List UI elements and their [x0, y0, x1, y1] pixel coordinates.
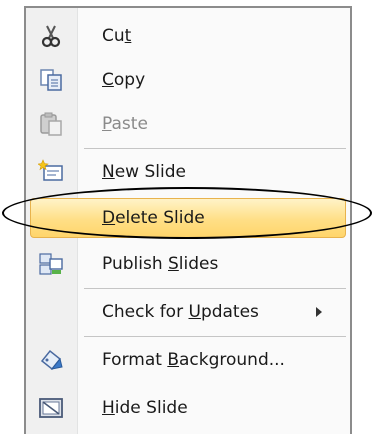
menu-item-label: Format Background... — [102, 350, 285, 370]
new-slide-icon — [37, 159, 64, 185]
menu-separator — [84, 336, 346, 337]
menu-item-label: Paste — [102, 114, 148, 134]
menu-item-hide-slide[interactable]: Hide Slide — [26, 386, 350, 430]
publish-slides-icon — [38, 251, 64, 277]
menu-item-check-for-updates[interactable]: Check for Updates — [26, 290, 350, 334]
menu-item-paste[interactable]: Paste — [26, 102, 350, 146]
scissors-icon — [38, 23, 64, 49]
menu-item-label: Copy — [102, 70, 146, 90]
context-menu: Cut Copy Paste New Slide Delete Slide Pu… — [24, 6, 352, 434]
menu-item-cut[interactable]: Cut — [26, 14, 350, 58]
menu-item-delete-slide[interactable]: Delete Slide — [26, 196, 350, 240]
menu-item-new-slide[interactable]: New Slide — [26, 150, 350, 194]
menu-item-copy[interactable]: Copy — [26, 58, 350, 102]
menu-separator — [84, 148, 346, 149]
menu-item-label: Hide Slide — [102, 398, 188, 418]
menu-item-label: Cut — [102, 26, 132, 46]
paste-icon — [38, 111, 64, 137]
menu-item-label: New Slide — [102, 162, 186, 182]
submenu-arrow-icon — [316, 307, 322, 317]
menu-item-label: Check for Updates — [102, 302, 259, 322]
menu-separator — [84, 288, 346, 289]
menu-item-label: Delete Slide — [102, 208, 205, 228]
menu-item-publish-slides[interactable]: Publish Slides — [26, 242, 350, 286]
menu-item-format-background[interactable]: Format Background... — [26, 338, 350, 382]
menu-item-label: Publish Slides — [102, 254, 219, 274]
hide-slide-icon — [38, 395, 64, 421]
format-background-icon — [38, 347, 64, 373]
copy-icon — [38, 67, 64, 93]
